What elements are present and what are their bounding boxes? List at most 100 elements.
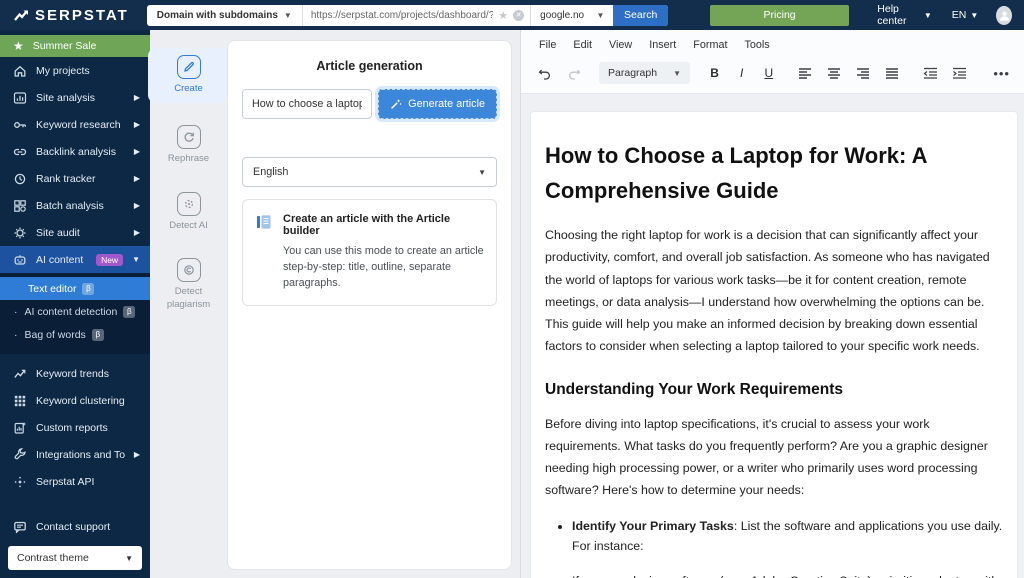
serpstat-logo[interactable]: SERPSTAT	[0, 7, 143, 24]
sidebar-item-backlink-analysis[interactable]: Backlink analysis ▶	[0, 138, 150, 165]
sidebar-item-ai-content-tools[interactable]: AI content tools New ▼	[0, 246, 150, 273]
sidebar-item-label: AI content detection	[25, 306, 118, 318]
batch-grid-icon	[13, 199, 27, 213]
more-options-icon[interactable]: •••	[993, 66, 1010, 81]
sidebar-item-rank-tracker[interactable]: Rank tracker ▶	[0, 165, 150, 192]
sidebar-item-text-editor[interactable]: Text editor β	[0, 277, 150, 300]
align-center-icon[interactable]	[824, 63, 844, 83]
sidebar: ★ Summer Sale My projects Site analysis …	[0, 30, 150, 578]
sidebar-item-batch-analysis[interactable]: Batch analysis ▶	[0, 192, 150, 219]
document-list-item: If you use design software (e.g., Adobe …	[572, 572, 1003, 578]
help-center-menu[interactable]: Help center ▼	[877, 3, 931, 27]
topbar: SERPSTAT Domain with subdomains ▼ ★ ✕ go…	[0, 0, 1024, 30]
language-label: EN	[952, 9, 967, 21]
search-mode-label: Domain with subdomains	[157, 10, 278, 21]
audit-gear-icon	[13, 226, 27, 240]
sidebar-item-keyword-clustering[interactable]: Keyword clustering	[0, 387, 150, 414]
menu-insert[interactable]: Insert	[649, 39, 676, 51]
clear-input-icon[interactable]: ✕	[513, 10, 524, 21]
ai-tools-submenu: Text editor β AI content detection β Bag…	[0, 273, 150, 354]
serpstat-logo-icon	[14, 8, 30, 22]
search-bar-group: Domain with subdomains ▼ ★ ✕ google.no ▼…	[147, 5, 668, 26]
url-input-wrap: ★ ✕	[303, 5, 530, 26]
bold-button[interactable]: B	[706, 66, 723, 80]
sidebar-item-ai-content-detection[interactable]: AI content detection β	[0, 300, 150, 323]
article-builder-icon	[255, 213, 273, 231]
rail-tab-label: Detect plagiarism	[158, 286, 220, 312]
user-icon	[998, 9, 1011, 22]
paragraph-style-select[interactable]: Paragraph ▼	[599, 62, 690, 84]
italic-button[interactable]: I	[733, 66, 750, 80]
document-page[interactable]: How to Choose a Laptop for Work: A Compr…	[531, 112, 1017, 578]
sidebar-item-site-audit[interactable]: Site audit ▶	[0, 219, 150, 246]
align-left-icon[interactable]	[795, 63, 815, 83]
sidebar-item-label: Keyword research	[36, 119, 125, 131]
contrast-theme-select[interactable]: Contrast theme ▼	[8, 546, 142, 570]
sidebar-item-label: Text editor	[28, 283, 76, 295]
favorite-star-icon[interactable]: ★	[498, 9, 508, 22]
cluster-grid-icon	[13, 394, 27, 408]
link-icon	[13, 145, 27, 159]
generate-article-button[interactable]: Generate article	[378, 89, 497, 119]
sidebar-item-label: Site analysis	[36, 92, 125, 104]
pricing-button[interactable]: Pricing	[710, 5, 849, 26]
pencil-icon	[177, 55, 201, 79]
menu-format[interactable]: Format	[693, 39, 727, 51]
editor-menubar: File Edit View Insert Format Tools	[521, 30, 1024, 57]
outdent-icon[interactable]	[920, 63, 940, 83]
sidebar-item-integrations-and-tools[interactable]: Integrations and Tools ▶	[0, 441, 150, 468]
sidebar-item-my-projects[interactable]: My projects	[0, 57, 150, 84]
search-engine-select[interactable]: google.no ▼	[530, 5, 613, 26]
menu-view[interactable]: View	[609, 39, 632, 51]
key-icon	[13, 118, 27, 132]
rail-tab-rephrase[interactable]: Rephrase	[158, 125, 220, 166]
sidebar-item-label: Serpstat API	[36, 476, 140, 488]
underline-button[interactable]: U	[760, 66, 777, 80]
article-builder-info-card: Create an article with the Article build…	[242, 199, 497, 306]
sidebar-item-keyword-trends[interactable]: Keyword trends	[0, 360, 150, 387]
menu-tools[interactable]: Tools	[744, 39, 769, 51]
sidebar-item-summer-sale[interactable]: ★ Summer Sale	[0, 35, 150, 57]
paragraph-style-value: Paragraph	[608, 67, 657, 79]
sidebar-item-label: Backlink analysis	[36, 146, 125, 158]
chevron-right-icon: ▶	[134, 147, 140, 156]
align-right-icon[interactable]	[853, 63, 873, 83]
chevron-right-icon: ▶	[134, 228, 140, 237]
info-title: Create an article with the Article build…	[283, 213, 484, 237]
rail-tab-detect-plagiarism[interactable]: Detect plagiarism	[158, 258, 220, 312]
detect-ai-icon	[177, 192, 201, 216]
redo-icon[interactable]	[564, 63, 583, 83]
language-menu[interactable]: EN ▼	[952, 9, 979, 21]
sidebar-item-bag-of-words[interactable]: Bag of words β	[0, 323, 150, 346]
chevron-right-icon: ▶	[134, 174, 140, 183]
rail-tab-detect-ai[interactable]: Detect AI	[158, 192, 220, 233]
chevron-right-icon: ▶	[134, 450, 140, 459]
menu-file[interactable]: File	[539, 39, 556, 51]
magic-wand-icon	[390, 98, 402, 110]
document-paragraph: Choosing the right laptop for work is a …	[545, 224, 1003, 356]
menu-edit[interactable]: Edit	[573, 39, 592, 51]
align-justify-icon[interactable]	[882, 63, 902, 83]
search-button[interactable]: Search	[613, 5, 667, 26]
sidebar-item-serpstat-api[interactable]: Serpstat API	[0, 468, 150, 495]
sidebar-item-label: Custom reports	[36, 422, 140, 434]
sidebar-item-contact-support[interactable]: Contact support	[0, 513, 150, 540]
undo-icon[interactable]	[535, 63, 554, 83]
rail-tab-create[interactable]: Create	[148, 48, 230, 103]
search-mode-select[interactable]: Domain with subdomains ▼	[147, 5, 303, 26]
article-topic-input[interactable]	[242, 89, 372, 119]
chat-icon	[13, 520, 27, 534]
trend-line-icon	[13, 367, 27, 381]
beta-badge: β	[82, 283, 94, 295]
indent-icon[interactable]	[949, 63, 969, 83]
language-select[interactable]: English ▼	[242, 157, 497, 187]
user-avatar[interactable]	[996, 6, 1012, 25]
sidebar-item-label: My projects	[36, 65, 140, 77]
document-scroll-area[interactable]: How to Choose a Laptop for Work: A Compr…	[521, 103, 1024, 578]
sidebar-item-keyword-research[interactable]: Keyword research ▶	[0, 111, 150, 138]
chevron-down-icon: ▼	[970, 11, 978, 20]
search-query-input[interactable]	[311, 10, 493, 21]
api-icon	[13, 475, 27, 489]
sidebar-item-custom-reports[interactable]: Custom reports	[0, 414, 150, 441]
sidebar-item-site-analysis[interactable]: Site analysis ▶	[0, 84, 150, 111]
